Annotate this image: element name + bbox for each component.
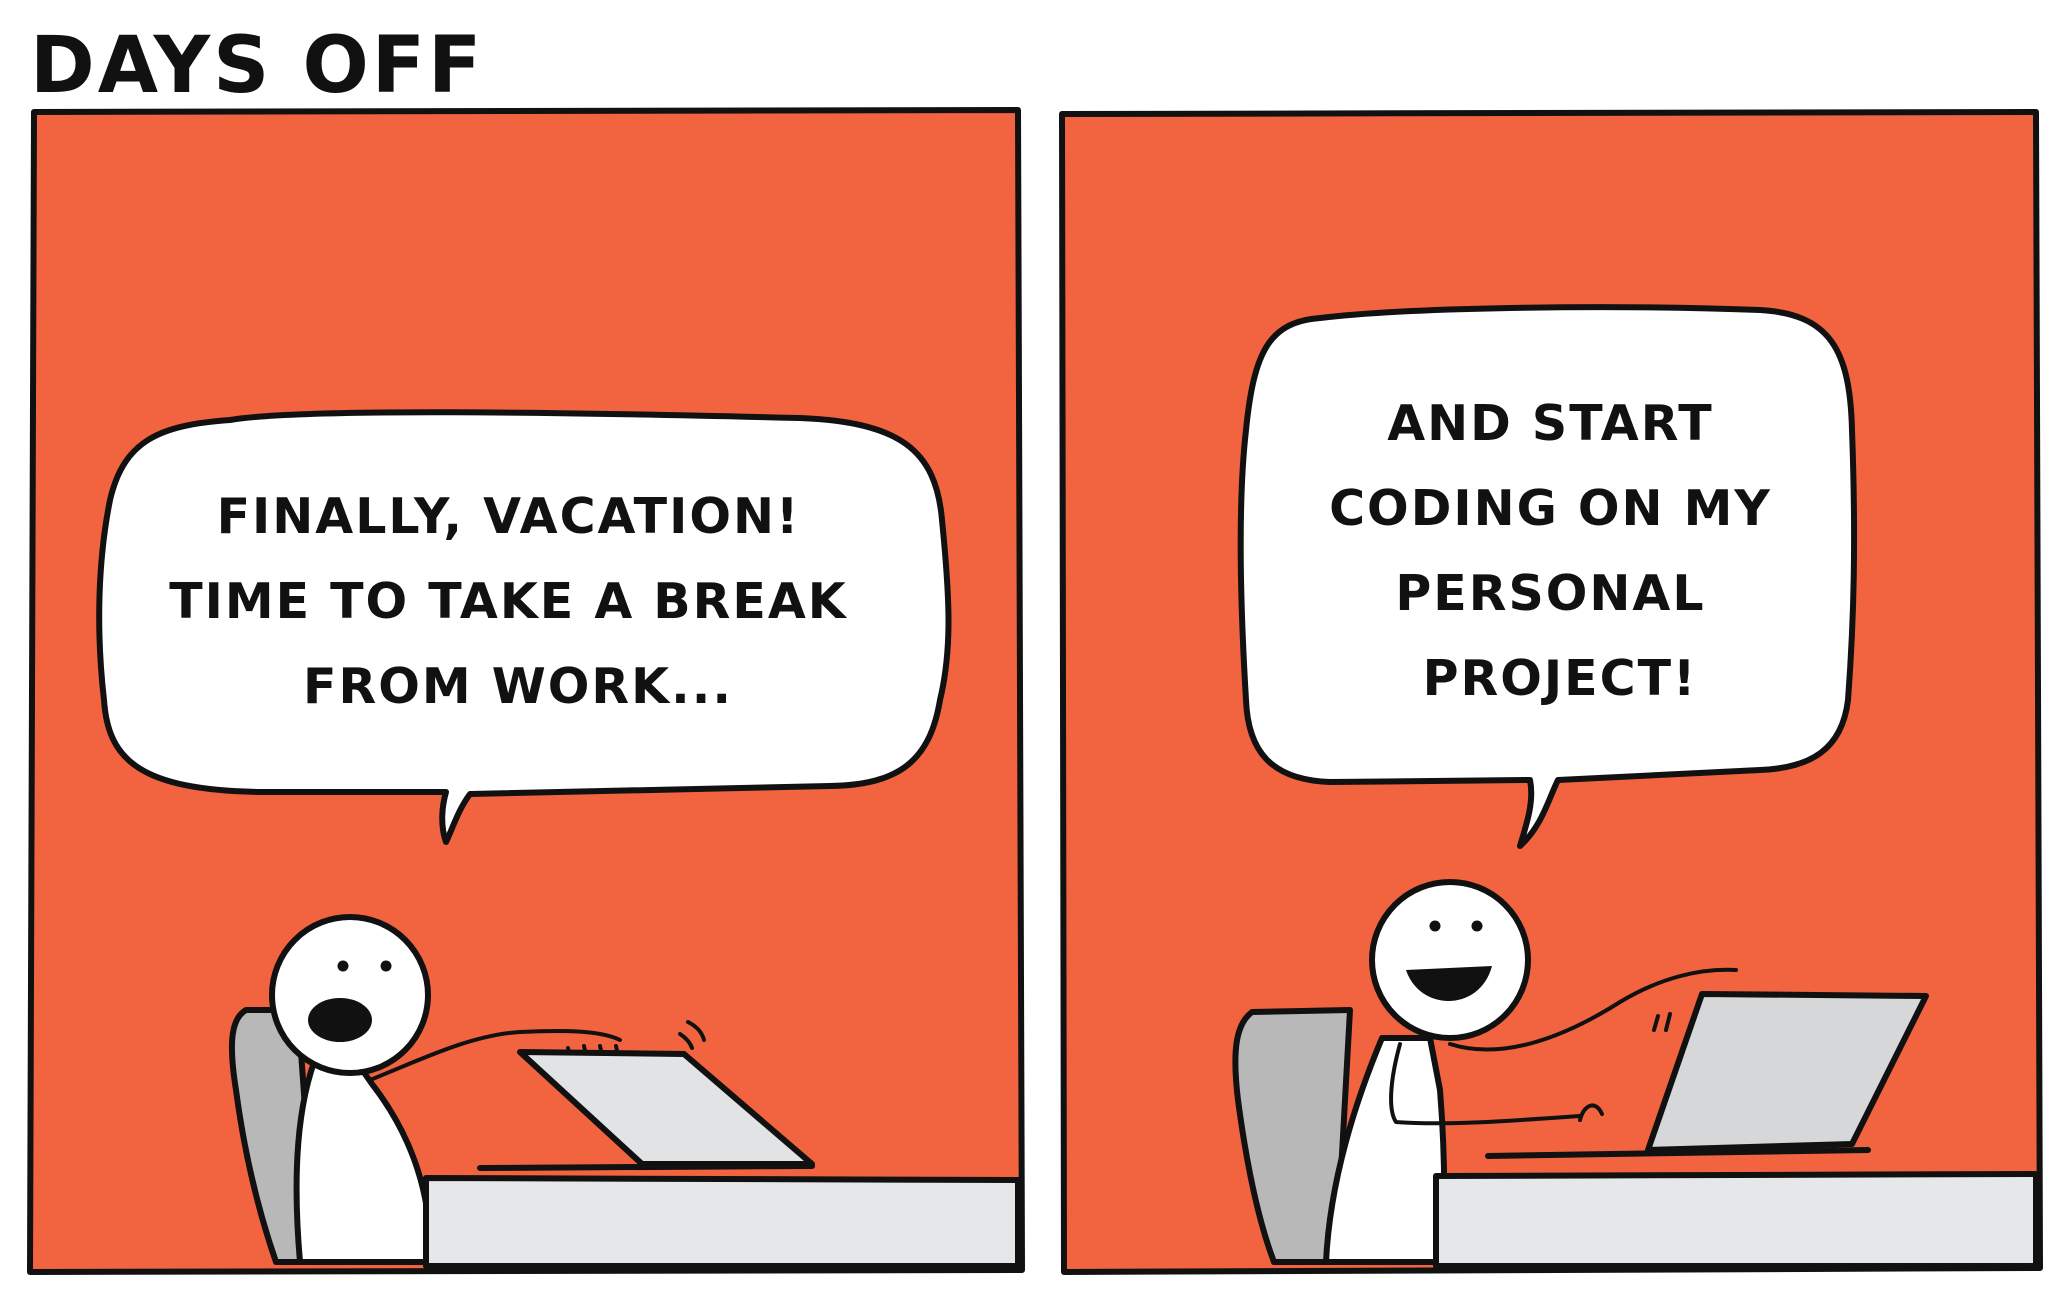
panel-2-speech-line: CODING ON MY: [1329, 480, 1772, 537]
stick-figure-icon: [269, 914, 431, 1076]
panel-1: FINALLY, VACATION! TIME TO TAKE A BREAK …: [27, 107, 1025, 1275]
panel-2: AND START CODING ON MY PERSONAL PROJECT!: [1059, 109, 2043, 1275]
desk-icon: [1433, 1171, 2039, 1269]
panel-2-speech-line: PROJECT!: [1423, 650, 1698, 707]
panel-1-speech-line: FROM WORK...: [303, 658, 733, 715]
panel-1-speech-line: TIME TO TAKE A BREAK: [169, 573, 848, 630]
desk-icon: [423, 1175, 1021, 1269]
comic-strip: DAYS OFF FINALLY, VACATION! TIME TO TAKE…: [27, 21, 2043, 1275]
panel-2-speech-line: PERSONAL: [1395, 565, 1705, 622]
comic-title: DAYS OFF: [30, 21, 484, 111]
stick-figure-icon: [1369, 879, 1531, 1041]
panel-2-speech-line: AND START: [1387, 395, 1713, 452]
panel-1-speech-line: FINALLY, VACATION!: [217, 488, 801, 545]
